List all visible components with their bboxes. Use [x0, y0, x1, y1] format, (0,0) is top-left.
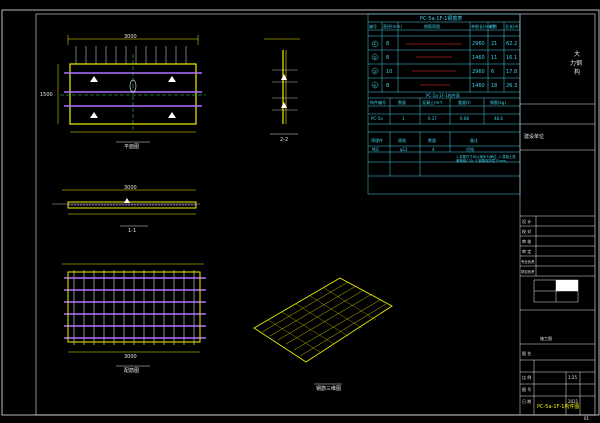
table1-r3c5: 26.3 [506, 83, 518, 89]
view-label-front: 1-1 [128, 228, 137, 234]
plan-top-view [57, 35, 206, 143]
date-label: 日 期 [522, 399, 532, 404]
field-discipline-lead: 专业负责 [521, 260, 535, 264]
table1-r2c1: 10 [386, 69, 393, 75]
dim-top-total: 3000 [124, 34, 137, 40]
table1-h5: 总长(m) [505, 24, 521, 29]
table2-h4: 钢筋(kg) [490, 100, 506, 105]
table1-r2c3: 2960 [472, 69, 485, 75]
company-sub: 力钢 [570, 60, 583, 67]
table3-r0c2: 4 [432, 147, 435, 152]
table2-h0: 构件编号 [370, 100, 386, 105]
table1-r0c4: 21 [491, 41, 498, 47]
table2-h1: 数量 [398, 100, 406, 105]
design-phase: 施工图 [540, 336, 552, 341]
table2-r0c0: PC-5a [371, 116, 383, 121]
table2-h2: 混凝土(m³) [422, 100, 443, 105]
table1-r3c3: 1460 [472, 83, 485, 89]
side-elevation-view [264, 38, 300, 135]
field-approver: 审 定 [522, 249, 532, 254]
table1-r0c1: 8 [386, 41, 390, 47]
table1-r1c5: 16.1 [506, 55, 518, 61]
drawing-name-label: 图 名 [522, 351, 532, 356]
table1-r1c0: ② [373, 55, 377, 60]
field-project-lead: 项目负责 [521, 270, 535, 274]
table3-r0c1: φ12 [400, 147, 408, 152]
table3-h3: 备注 [470, 138, 478, 143]
view-label-plan-bottom: 配筋图 [124, 368, 140, 374]
drawing-canvas [1, 9, 600, 416]
field-checker: 校 对 [522, 229, 532, 234]
table3-notes: 1.本图尺寸均以毫米为单位; 2.混凝土强度等级C30; 3.钢筋保护层15mm… [456, 155, 516, 163]
scale-key-fill [556, 280, 578, 291]
table1-r3c1: 8 [386, 83, 390, 89]
table2-r0c4: 48.6 [494, 116, 503, 121]
view-label-axonometric: 钢筋三维图 [316, 386, 342, 392]
scale-label: 比 例 [522, 375, 532, 380]
company-line3: 构 [574, 69, 581, 76]
table1-h1: 直径(mm) [383, 24, 402, 29]
table2-r0c1: 1 [402, 116, 405, 121]
table1-r1c1: 8 [386, 55, 390, 61]
project-label: 建设单位 [524, 134, 545, 140]
table3-h2: 数量 [428, 138, 436, 143]
table1-r2c0: ③ [373, 69, 377, 74]
table1-r0c0: ① [373, 41, 377, 46]
table1-h2: 钢筋简图 [424, 24, 440, 29]
field-designer: 设 计 [522, 219, 532, 224]
table3-h1: 规格 [398, 138, 406, 143]
table2-r0c2: 0.27 [428, 116, 437, 121]
table1-r2c4: 6 [491, 69, 495, 75]
table2-title: PC-5a-1F-1构件表 [426, 93, 460, 98]
table1-r0c5: 62.2 [506, 41, 518, 47]
view-label-side: 2-2 [280, 137, 289, 143]
table1-r3c0: ④ [373, 83, 377, 88]
view-label-plan-top: 平面图 [124, 144, 140, 150]
table1-r0c3: 2960 [472, 41, 485, 47]
sheet-label: 图 号 [522, 387, 532, 392]
company-top: 大 [574, 51, 581, 58]
table1-r1c3: 1460 [472, 55, 485, 61]
table1-title: PC-5a-1F-1钢筋表 [420, 16, 463, 22]
axonometric-view [253, 277, 393, 385]
table3-r0c3: 吊钩 [466, 147, 474, 152]
scale-value: 1:25 [568, 375, 577, 380]
table2-h3: 重量(t) [458, 100, 471, 105]
dim-bottom-total: 3000 [124, 354, 137, 360]
table3-h0: 预埋件 [371, 138, 383, 143]
table2-r0c3: 0.68 [460, 116, 469, 121]
front-elevation-view [52, 189, 200, 227]
drawing-name: PC-5a-1F-1构件图 [537, 404, 580, 410]
table3-r0c0: MJ1 [372, 147, 380, 152]
field-reviewer: 审 核 [522, 239, 532, 244]
table-row-markers [371, 40, 379, 89]
page-number: 01 [584, 416, 590, 421]
table1-r1c4: 11 [491, 55, 498, 61]
table1-r2c5: 17.8 [506, 69, 518, 75]
table1-r3c4: 18 [491, 83, 498, 89]
dim-left-depth: 1500 [40, 92, 53, 98]
plan-bottom-view [62, 263, 206, 367]
dim-front-total: 3000 [124, 185, 137, 191]
table1-h0: 编号 [369, 24, 377, 29]
table1-h4: 根数 [489, 24, 497, 29]
